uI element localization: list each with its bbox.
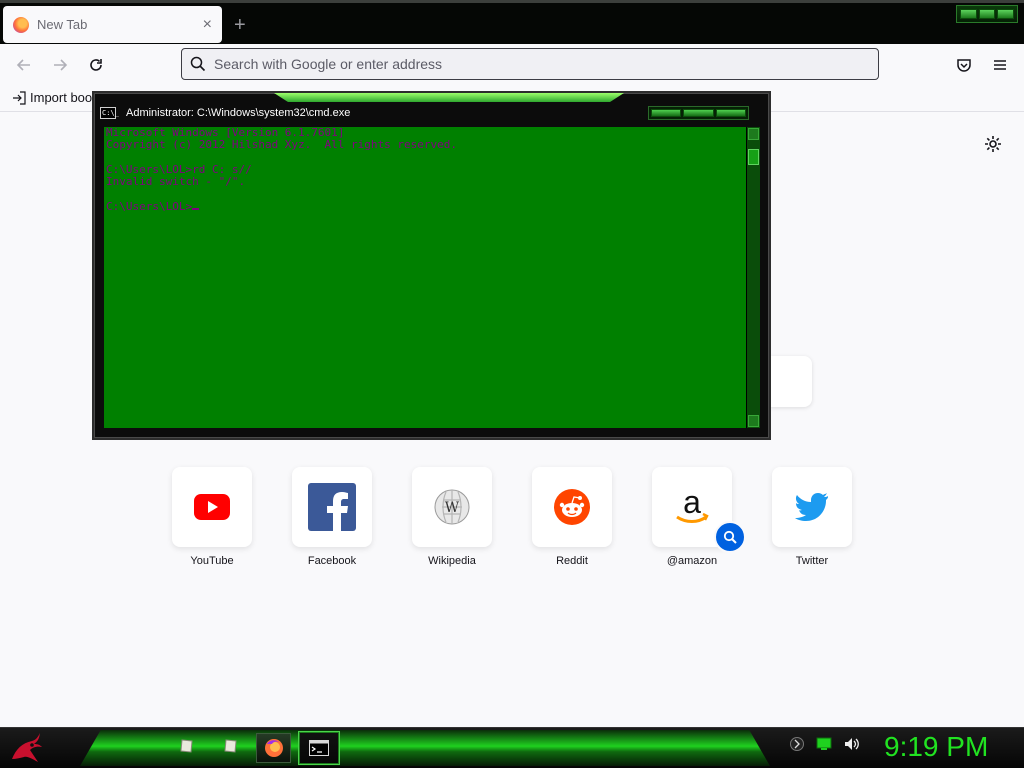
cmd-minimize-button[interactable] <box>651 109 682 117</box>
maximize-button[interactable] <box>978 9 996 19</box>
tab-title: New Tab <box>37 17 88 32</box>
twitter-icon <box>795 493 828 521</box>
tab-strip: New Tab × + <box>0 0 1024 44</box>
search-icon <box>190 56 206 72</box>
forward-button[interactable] <box>48 53 72 77</box>
top-site-label: YouTube <box>190 555 234 567</box>
reddit-icon <box>554 489 590 525</box>
hamburger-menu-icon <box>994 60 1006 70</box>
personalize-settings-button[interactable] <box>983 134 1003 159</box>
scroll-up-arrow[interactable] <box>748 128 759 140</box>
taskbar <box>0 727 1024 768</box>
top-site-label: Reddit <box>556 555 588 567</box>
pocket-button[interactable] <box>952 53 976 77</box>
youtube-icon <box>194 494 230 520</box>
console-prompt: C:\Users\LOL> <box>106 200 193 214</box>
start-button[interactable] <box>8 729 48 767</box>
scroll-thumb[interactable] <box>748 149 759 165</box>
quick-launch-item[interactable] <box>220 735 242 757</box>
top-site-label: @amazon <box>666 555 718 567</box>
facebook-icon <box>308 483 356 531</box>
search-box-card-edge <box>770 356 812 407</box>
bird-logo-icon <box>12 733 42 762</box>
address-input[interactable] <box>214 56 878 72</box>
new-tab-button[interactable]: + <box>234 15 246 35</box>
cmd-title-glow <box>274 93 624 102</box>
top-site-facebook[interactable]: Facebook <box>292 467 372 567</box>
cmd-window[interactable]: C:\_ Administrator: C:\Windows\system32\… <box>92 91 771 440</box>
back-button[interactable] <box>12 53 36 77</box>
amazon-icon: a <box>676 487 709 523</box>
top-site-label: Facebook <box>307 555 357 567</box>
text-cursor <box>192 200 200 211</box>
console-line: Copyright (c) 2012 Hilshad Xyz. All righ… <box>106 138 457 152</box>
wikipedia-icon: W <box>434 489 470 525</box>
gear-icon <box>985 136 1001 152</box>
note-icon <box>224 739 237 753</box>
cmd-console-output[interactable]: Microsoft Windows [Version 6.1.7601] Copy… <box>104 127 746 428</box>
reload-icon <box>90 59 102 71</box>
quick-launch-item[interactable] <box>176 735 198 757</box>
console-line: Invalid switch - "/". <box>106 174 246 188</box>
taskbar-firefox-button[interactable] <box>256 733 291 763</box>
top-site-tile[interactable] <box>532 467 612 547</box>
tab-new-tab[interactable]: New Tab × <box>3 6 222 43</box>
top-site-label: Twitter <box>795 555 829 567</box>
firefox-icon <box>13 16 29 33</box>
top-site-tile[interactable]: W <box>412 467 492 547</box>
taskbar-cmd-button[interactable] <box>298 731 340 765</box>
system-tray <box>790 737 860 751</box>
cmd-title: Administrator: C:\Windows\system32\cmd.e… <box>126 107 351 119</box>
top-site-youtube[interactable]: YouTube <box>172 467 252 567</box>
cmd-window-controls[interactable] <box>648 106 749 120</box>
reload-button[interactable] <box>84 53 108 77</box>
console-prompt-row: C:\Users\LOL> <box>106 200 744 213</box>
firefox-icon <box>264 739 283 757</box>
svg-text:W: W <box>445 500 460 516</box>
top-site-amazon[interactable]: a @amazon <box>652 467 746 567</box>
top-site-twitter[interactable]: Twitter <box>772 467 852 567</box>
top-site-reddit[interactable]: Reddit <box>532 467 612 567</box>
cmd-close-button[interactable] <box>715 109 746 117</box>
scroll-down-arrow[interactable] <box>748 415 759 427</box>
address-bar[interactable] <box>181 48 879 80</box>
cmd-maximize-button[interactable] <box>683 109 714 117</box>
console-line: C:\Users\LOL>rd C: s// <box>106 162 252 176</box>
taskbar-clock[interactable]: 9:19 PM <box>884 731 988 763</box>
nav-bar <box>0 44 1024 86</box>
pocket-icon <box>957 59 971 72</box>
top-site-label: Wikipedia <box>428 555 476 567</box>
import-bookmarks-button[interactable]: Import boo <box>12 90 92 105</box>
top-site-tile[interactable] <box>172 467 252 547</box>
search-icon <box>723 530 737 544</box>
window-controls[interactable] <box>956 5 1018 23</box>
note-icon <box>180 739 193 753</box>
arrow-left-icon <box>16 59 30 71</box>
search-shortcut-badge <box>714 521 746 553</box>
top-site-tile[interactable] <box>772 467 852 547</box>
network-icon[interactable] <box>816 737 832 751</box>
tab-close-button[interactable]: × <box>203 16 212 33</box>
cmd-scrollbar[interactable] <box>746 127 760 428</box>
keyboard-layout-icon[interactable] <box>790 737 804 751</box>
top-site-tile[interactable]: a <box>652 467 746 553</box>
app-menu-button[interactable] <box>988 53 1012 77</box>
import-icon <box>13 90 26 105</box>
cmd-icon <box>309 740 329 756</box>
arrow-right-icon <box>54 59 68 71</box>
svg-text:a: a <box>683 487 701 520</box>
top-site-wikipedia[interactable]: W Wikipedia <box>412 467 492 567</box>
minimize-button[interactable] <box>960 9 977 19</box>
cmd-app-icon: C:\_ <box>100 107 119 119</box>
volume-icon[interactable] <box>844 737 860 751</box>
close-window-button[interactable] <box>997 9 1015 19</box>
top-site-tile[interactable] <box>292 467 372 547</box>
import-bookmarks-label: Import boo <box>30 90 93 105</box>
